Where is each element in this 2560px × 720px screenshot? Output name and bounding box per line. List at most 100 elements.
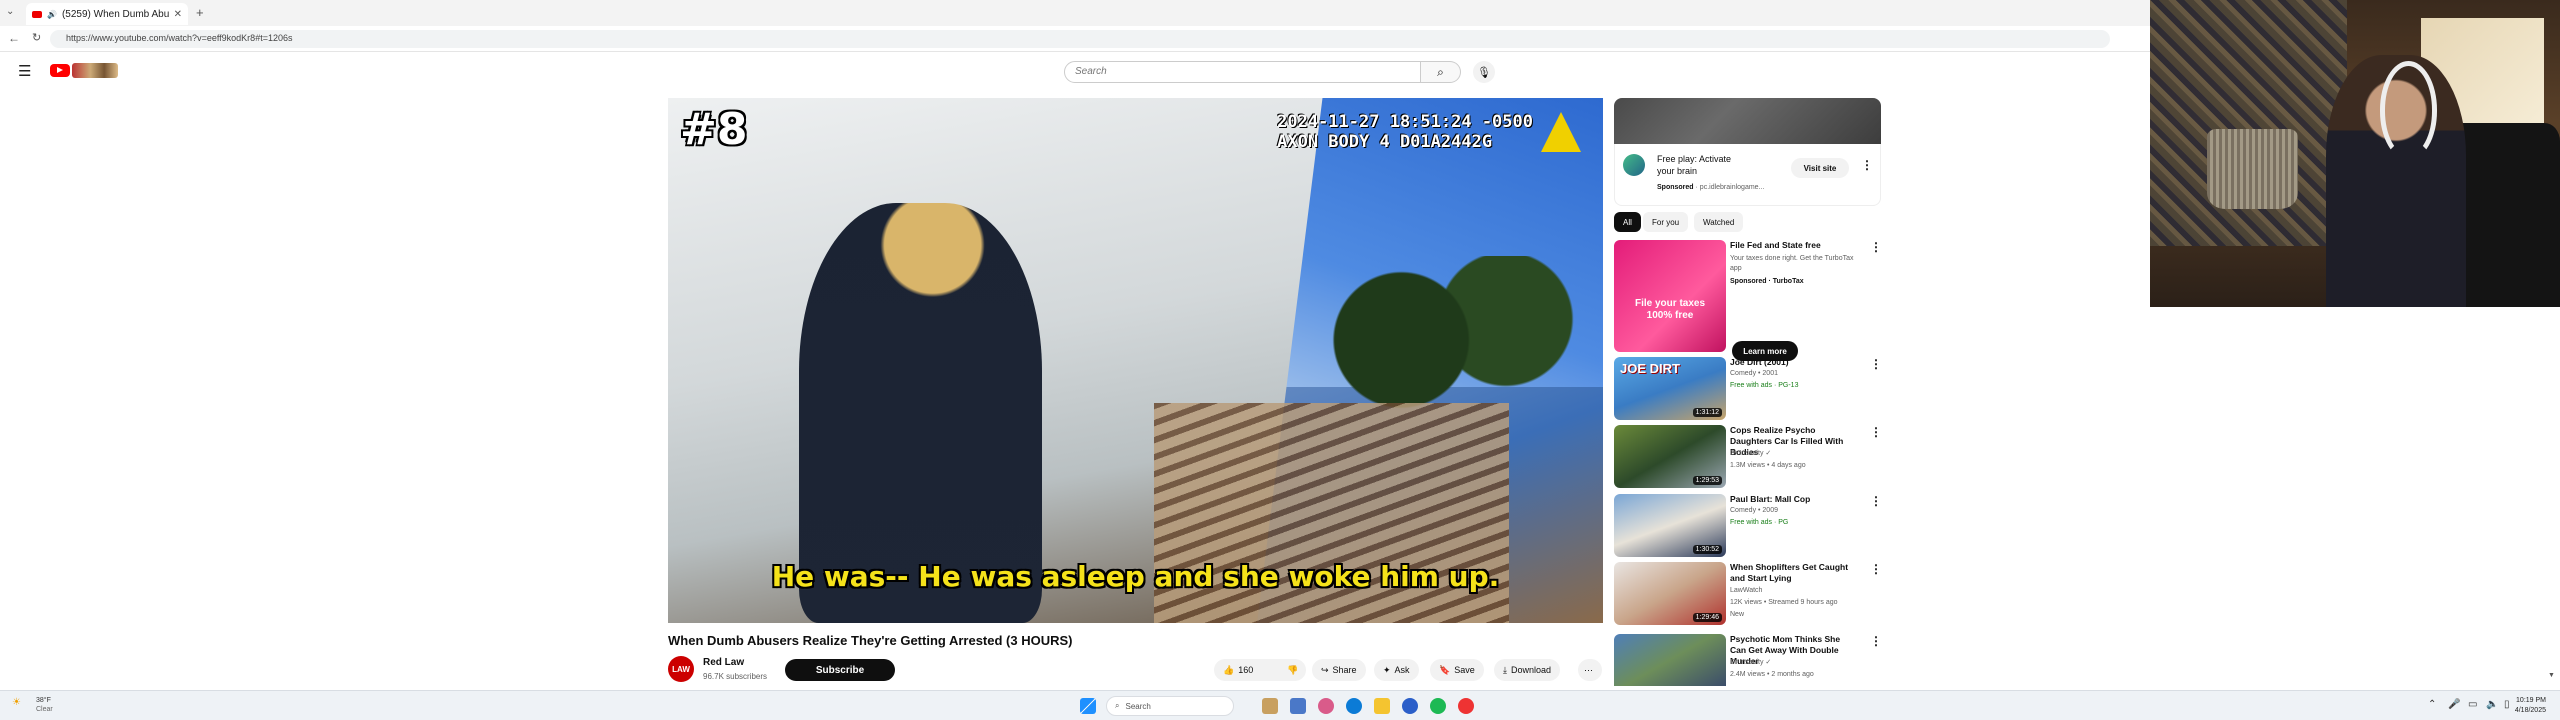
ask-button[interactable]: ✦ Ask	[1374, 659, 1419, 681]
share-button[interactable]: ↪ Share	[1312, 659, 1366, 681]
taskview-icon[interactable]	[1262, 698, 1278, 714]
recommendation-thumbnail[interactable]: 1:29:53	[1614, 425, 1726, 488]
recommendation-item[interactable]: Psychotic Mom Thinks She Can Get Away Wi…	[1614, 634, 1884, 686]
ad-more-icon[interactable]: ⋮	[1861, 158, 1873, 172]
recommendation-meta: 2.4M views • 2 months ago	[1730, 671, 1814, 678]
recommendation-thumbnail[interactable]: 1:29:46	[1614, 562, 1726, 625]
recommendation-meta: Your taxes done right. Get the TurboTax …	[1730, 255, 1854, 272]
spotify-icon[interactable]	[1430, 698, 1446, 714]
doodle-logo-icon[interactable]	[72, 63, 118, 78]
recommendation-item[interactable]: File your taxes 100% free File Fed and S…	[1614, 240, 1884, 361]
tray-chevron-icon[interactable]: ⌃	[2428, 699, 2436, 710]
save-label: Save	[1454, 665, 1475, 675]
ad-banner-image[interactable]	[1614, 98, 1881, 144]
weather-desc: Clear	[36, 706, 53, 713]
video-duration: 1:31:12	[1692, 408, 1722, 417]
edge-browser-icon[interactable]	[1346, 698, 1362, 714]
recommendation-more-icon[interactable]: ⋮	[1870, 425, 1882, 439]
recommendation-more-icon[interactable]: ⋮	[1870, 562, 1882, 576]
visit-site-button[interactable]: Visit site	[1791, 158, 1849, 178]
taskbar: ☀ 38°F Clear ⌕ Search ⌃ 🎤 ▭ 🔈 ▯ 10:19 PM…	[0, 690, 2560, 720]
recommendation-thumbnail[interactable]: JOE DIRT 1:31:12	[1614, 357, 1726, 420]
recommendation-badge: Free with ads · PG-13	[1730, 382, 1799, 389]
recommendation-channel: Dr Insanity ✓	[1730, 450, 1772, 457]
recommendation-more-icon[interactable]: ⋮	[1870, 494, 1882, 508]
recommendation-item[interactable]: 1:29:46 When Shoplifters Get Caught and …	[1614, 562, 1884, 625]
bodycam-timestamp-line2: AXON BODY 4 D01A2442G	[1277, 132, 1493, 152]
bodycam-timestamp: 2024-11-27 18:51:24 -0500 AXON BODY 4 D0…	[1277, 112, 1533, 152]
dislike-button[interactable]: 👎	[1280, 659, 1306, 681]
app-icon-paint[interactable]	[1318, 698, 1334, 714]
chip-for-you[interactable]: For you	[1643, 212, 1689, 232]
channel-subscribers: 96.7K subscribers	[703, 672, 768, 681]
save-button[interactable]: 🔖 Save	[1430, 659, 1484, 681]
tab-list-chevron-icon[interactable]: ⌄	[6, 6, 14, 17]
share-label: Share	[1332, 665, 1357, 675]
battery-icon[interactable]: ▯	[2504, 699, 2510, 710]
channel-name[interactable]: Red Law	[703, 657, 744, 668]
recommendation-more-icon[interactable]: ⋮	[1870, 240, 1882, 254]
ad-meta: Sponsored · pc.idlebrainlogame...	[1657, 184, 1765, 191]
chip-watched[interactable]: Watched	[1694, 212, 1744, 232]
clock-time: 10:19 PM	[2516, 697, 2546, 704]
address-bar: ← ↻ https://www.youtube.com/watch?v=eeff…	[0, 26, 2150, 52]
recommendation-more-icon[interactable]: ⋮	[1870, 357, 1882, 371]
video-player[interactable]: #8 2024-11-27 18:51:24 -0500 AXON BODY 4…	[668, 98, 1603, 623]
youtube-logo-icon[interactable]	[50, 64, 70, 77]
download-button[interactable]: ⤓ Download	[1494, 659, 1561, 681]
recommendation-thumbnail[interactable]: File your taxes 100% free	[1614, 240, 1726, 352]
weather-widget[interactable]: ☀ 38°F Clear	[12, 696, 53, 714]
ad-app-icon	[1623, 154, 1645, 176]
search-button[interactable]: ⌕	[1421, 61, 1461, 83]
sparkle-icon: ✦	[1383, 664, 1391, 675]
recommendation-sponsor: Sponsored · TurboTax	[1730, 278, 1804, 285]
headset-icon	[2379, 61, 2437, 160]
chip-all[interactable]: All	[1614, 212, 1641, 232]
close-tab-icon[interactable]: ✕	[174, 9, 182, 20]
browser-tab[interactable]: 🔊 (5259) When Dumb Abusers ✕	[26, 3, 188, 25]
new-tab-icon[interactable]: +	[196, 5, 204, 20]
scroll-down-arrow-icon[interactable]: ▼	[2548, 672, 2555, 679]
share-icon: ↪	[1321, 664, 1329, 675]
menu-icon[interactable]: ☰	[18, 62, 31, 80]
recommendation-badge: Free with ads · PG	[1730, 519, 1789, 526]
taskbar-search[interactable]: ⌕ Search	[1106, 696, 1234, 716]
channel-avatar[interactable]: LAW	[668, 656, 694, 682]
search-input[interactable]: Search	[1064, 61, 1421, 83]
recommendation-channel: LawWatch	[1730, 587, 1763, 594]
subscribe-button[interactable]: Subscribe	[785, 659, 895, 681]
recommendation-item[interactable]: 1:29:53 Cops Realize Psycho Daughters Ca…	[1614, 425, 1884, 488]
recommendation-item[interactable]: 1:30:52 Paul Blart: Mall Cop Comedy • 20…	[1614, 494, 1884, 557]
back-icon[interactable]: ←	[8, 31, 20, 45]
file-explorer-icon[interactable]	[1374, 698, 1390, 714]
mic-tray-icon[interactable]: 🎤	[2448, 699, 2460, 710]
video-subtitle: He was-- He was asleep and she woke him …	[771, 560, 1500, 593]
windows-start-icon[interactable]	[1080, 698, 1096, 714]
reload-icon[interactable]: ↻	[32, 31, 41, 44]
search-icon: ⌕	[1437, 64, 1444, 79]
recommendation-item[interactable]: JOE DIRT 1:31:12 Joe Dirt (2001) Comedy …	[1614, 357, 1884, 420]
voice-search-button[interactable]: 🎙	[1473, 61, 1495, 83]
ad-card[interactable]: Free play: Activate your brain Sponsored…	[1614, 144, 1881, 206]
recommendation-more-icon[interactable]: ⋮	[1870, 634, 1882, 648]
ad-title: Free play: Activate your brain	[1657, 154, 1732, 176]
microphone-icon: 🎙	[1477, 66, 1491, 79]
url-field[interactable]: https://www.youtube.com/watch?v=eeff9kod…	[50, 30, 2110, 48]
system-clock[interactable]: 10:19 PM 4/18/2025	[2515, 696, 2546, 716]
network-icon[interactable]: ▭	[2468, 699, 2477, 710]
recommendation-thumbnail[interactable]	[1614, 634, 1726, 686]
chrome-icon[interactable]	[1458, 698, 1474, 714]
like-button[interactable]: 👍 160	[1214, 659, 1280, 681]
recommendation-title: When Shoplifters Get Caught and Start Ly…	[1730, 562, 1849, 583]
ad-sponsored-label: Sponsored	[1657, 184, 1694, 191]
video-episode-tag: #8	[680, 104, 748, 155]
tab-title: (5259) When Dumb Abusers	[61, 8, 169, 20]
app-icon-teams[interactable]	[1402, 698, 1418, 714]
video-duration: 1:30:52	[1692, 545, 1722, 554]
volume-icon[interactable]: 🔈	[2486, 699, 2498, 710]
recommendation-meta: Comedy • 2009	[1730, 507, 1778, 514]
more-actions-button[interactable]: ⋯	[1578, 659, 1602, 681]
app-icon-store[interactable]	[1290, 698, 1306, 714]
audio-icon[interactable]: 🔊	[47, 10, 57, 19]
recommendation-thumbnail[interactable]: 1:30:52	[1614, 494, 1726, 557]
